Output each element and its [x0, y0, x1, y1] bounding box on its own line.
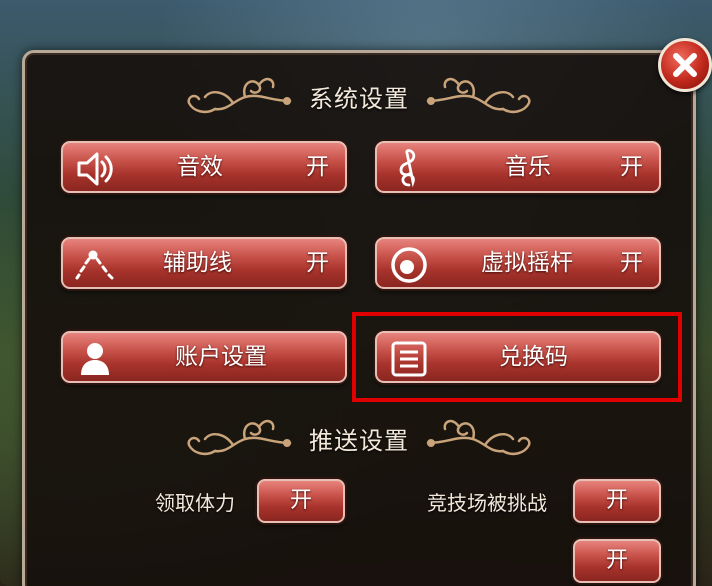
account-settings-button[interactable]: 账户设置 — [61, 331, 347, 383]
push-settings-header: 推送设置 — [25, 413, 693, 463]
flourish-left-icon — [187, 419, 292, 456]
push-arena-label: 竞技场被挑战 — [427, 491, 547, 515]
joystick-icon — [391, 247, 427, 283]
music-toggle-button[interactable]: 音乐 开 — [375, 141, 661, 193]
push-stamina-toggle[interactable]: 开 — [257, 479, 345, 523]
sound-label: 音效 — [177, 154, 223, 180]
sound-toggle-button[interactable]: 音效 开 — [61, 141, 347, 193]
guide-line-label: 辅助线 — [163, 250, 232, 276]
guide-line-icon — [75, 250, 114, 280]
flourish-right-icon — [426, 419, 531, 456]
joystick-state: 开 — [620, 250, 643, 276]
system-settings-header: 系统设置 — [25, 71, 693, 121]
highlight-box — [352, 312, 682, 402]
user-icon — [81, 343, 109, 375]
game-screen: 系统设置 音效 开 音乐 开 辅助线 开 虚拟摇杆 开 账户设置 兑换码 推送设… — [0, 0, 712, 586]
push-settings-title: 推送设置 — [309, 426, 409, 455]
joystick-label: 虚拟摇杆 — [481, 250, 573, 276]
push-extra-toggle[interactable]: 开 — [573, 539, 661, 583]
guide-line-state: 开 — [306, 250, 329, 276]
account-settings-label: 账户设置 — [175, 344, 267, 370]
music-label: 音乐 — [505, 154, 551, 180]
flourish-left-icon — [187, 77, 292, 114]
speaker-icon — [77, 152, 113, 186]
close-icon — [673, 53, 697, 77]
push-arena-toggle[interactable]: 开 — [573, 479, 661, 523]
joystick-toggle-button[interactable]: 虚拟摇杆 开 — [375, 237, 661, 289]
music-note-icon — [399, 149, 416, 188]
push-stamina-label: 领取体力 — [155, 491, 235, 515]
music-state: 开 — [620, 154, 643, 180]
flourish-right-icon — [426, 77, 531, 114]
sound-state: 开 — [306, 154, 329, 180]
close-button[interactable] — [658, 38, 712, 92]
guide-line-toggle-button[interactable]: 辅助线 开 — [61, 237, 347, 289]
system-settings-title: 系统设置 — [309, 84, 409, 113]
